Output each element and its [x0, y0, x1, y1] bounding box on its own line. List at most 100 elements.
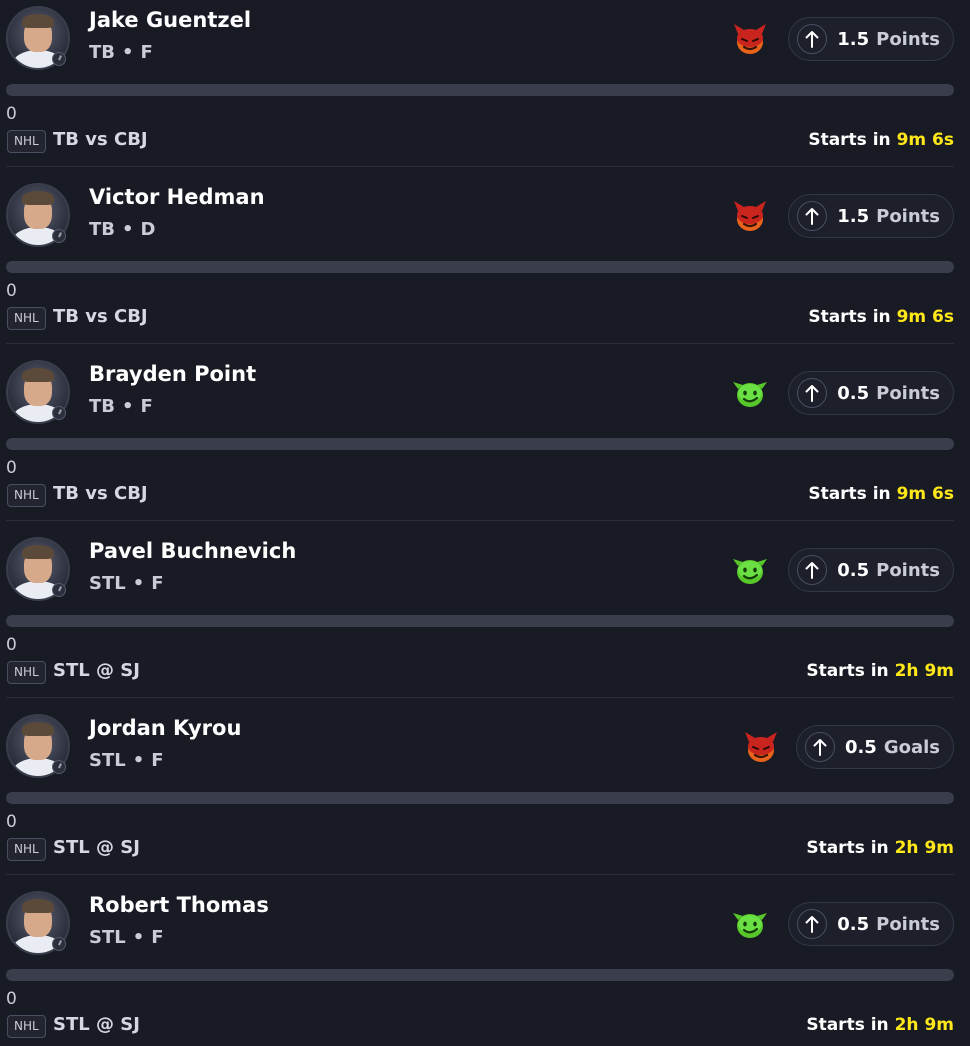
progress-bar [6, 438, 954, 450]
projection-line: 0.5 [844, 736, 877, 758]
player-name[interactable]: Robert Thomas [89, 893, 269, 917]
player-name[interactable]: Jordan Kyrou [89, 716, 241, 740]
divider [6, 697, 954, 698]
projection-button[interactable]: 0.5 Points [788, 902, 954, 946]
progress-bar [6, 261, 954, 273]
goblin-emoji-icon [733, 559, 767, 584]
start-countdown: Starts in 2h 9m [806, 661, 954, 681]
progress-value: 0 [6, 989, 17, 1009]
player-team: STL [89, 573, 126, 594]
player-position: F [151, 573, 164, 594]
starts-label: Starts in [806, 838, 889, 858]
progress-value: 0 [6, 458, 17, 478]
pick-card-2[interactable]: Victor Hedman TB • D 1.5 Points 0 NHL TB v… [0, 177, 970, 354]
arrow-up-icon [797, 555, 828, 585]
clock-icon [52, 52, 66, 66]
arrow-up-icon [797, 909, 828, 939]
starts-time: 2h 9m [894, 838, 954, 858]
progress-bar [6, 792, 954, 804]
player-team-position: TB • F [89, 42, 153, 63]
pick-card-6[interactable]: Robert Thomas STL • F 0.5 Points 0 NHL STL… [0, 885, 970, 1046]
clock-icon [52, 760, 66, 774]
clock-icon [52, 229, 66, 243]
player-team-position: STL • F [89, 573, 164, 594]
player-position: F [140, 42, 153, 63]
progress-value: 0 [6, 104, 17, 124]
projection-stat: Points [876, 913, 940, 935]
projection-stat: Points [876, 382, 940, 404]
pick-card-4[interactable]: Pavel Buchnevich STL • F 0.5 Points 0 NHL … [0, 531, 970, 708]
player-name[interactable]: Jake Guentzel [89, 8, 251, 32]
player-position: D [140, 219, 156, 240]
league-badge: NHL [7, 130, 46, 153]
projection-button[interactable]: 1.5 Points [788, 194, 954, 238]
progress-value: 0 [6, 635, 17, 655]
starts-time: 2h 9m [894, 1015, 954, 1035]
progress-bar [6, 615, 954, 627]
starts-label: Starts in [808, 307, 891, 327]
arrow-up-icon [797, 24, 828, 54]
projection-stat: Points [876, 205, 940, 227]
matchup[interactable]: STL @ SJ [53, 660, 140, 681]
player-name[interactable]: Victor Hedman [89, 185, 265, 209]
pick-card-1[interactable]: Jake Guentzel TB • F 1.5 Points 0 NHL TB v… [0, 0, 970, 177]
goblin-emoji-icon [733, 382, 767, 407]
player-position: F [151, 750, 164, 771]
projection-line: 0.5 [837, 913, 870, 935]
league-badge: NHL [7, 1015, 46, 1038]
projection-stat: Goals [883, 736, 940, 758]
projection-button[interactable]: 1.5 Points [788, 17, 954, 61]
separator-dot: • [132, 573, 145, 594]
player-name[interactable]: Pavel Buchnevich [89, 539, 296, 563]
projection-stat: Points [876, 28, 940, 50]
player-position: F [151, 927, 164, 948]
player-team: STL [89, 927, 126, 948]
progress-value: 0 [6, 812, 17, 832]
league-badge: NHL [7, 838, 46, 861]
demon-emoji-icon [745, 732, 777, 762]
pick-card-3[interactable]: Brayden Point TB • F 0.5 Points 0 NHL TB v… [0, 354, 970, 531]
league-badge: NHL [7, 307, 46, 330]
starts-label: Starts in [806, 1015, 889, 1035]
divider [6, 874, 954, 875]
arrow-up-icon [797, 378, 828, 408]
projection-line: 0.5 [837, 382, 870, 404]
projection-line: 0.5 [837, 559, 870, 581]
player-team: TB [89, 219, 115, 240]
player-team-position: TB • D [89, 219, 155, 240]
starts-label: Starts in [806, 661, 889, 681]
progress-bar [6, 969, 954, 981]
matchup[interactable]: TB vs CBJ [53, 306, 148, 327]
divider [6, 343, 954, 344]
progress-bar [6, 84, 954, 96]
arrow-up-icon [804, 732, 835, 762]
divider [6, 166, 954, 167]
starts-time: 9m 6s [896, 307, 954, 327]
pick-card-5[interactable]: Jordan Kyrou STL • F 0.5 Goals 0 NHL STL @… [0, 708, 970, 885]
starts-time: 9m 6s [896, 130, 954, 150]
separator-dot: • [132, 927, 145, 948]
separator-dot: • [122, 42, 134, 63]
projection-button[interactable]: 0.5 Goals [795, 725, 954, 769]
projection-button[interactable]: 0.5 Points [788, 548, 954, 592]
projection-button[interactable]: 0.5 Points [788, 371, 954, 415]
clock-icon [52, 937, 66, 951]
matchup[interactable]: TB vs CBJ [53, 483, 148, 504]
start-countdown: Starts in 2h 9m [806, 1015, 954, 1035]
league-badge: NHL [7, 484, 46, 507]
start-countdown: Starts in 9m 6s [808, 130, 954, 150]
progress-value: 0 [6, 281, 17, 301]
goblin-emoji-icon [733, 913, 767, 938]
matchup[interactable]: STL @ SJ [53, 837, 140, 858]
clock-icon [52, 406, 66, 420]
start-countdown: Starts in 2h 9m [806, 838, 954, 858]
separator-dot: • [122, 219, 134, 240]
matchup[interactable]: TB vs CBJ [53, 129, 148, 150]
player-name[interactable]: Brayden Point [89, 362, 256, 386]
arrow-up-icon [797, 201, 828, 231]
projection-line: 1.5 [837, 28, 870, 50]
matchup[interactable]: STL @ SJ [53, 1014, 140, 1035]
player-team-position: STL • F [89, 750, 164, 771]
start-countdown: Starts in 9m 6s [808, 484, 954, 504]
clock-icon [52, 583, 66, 597]
